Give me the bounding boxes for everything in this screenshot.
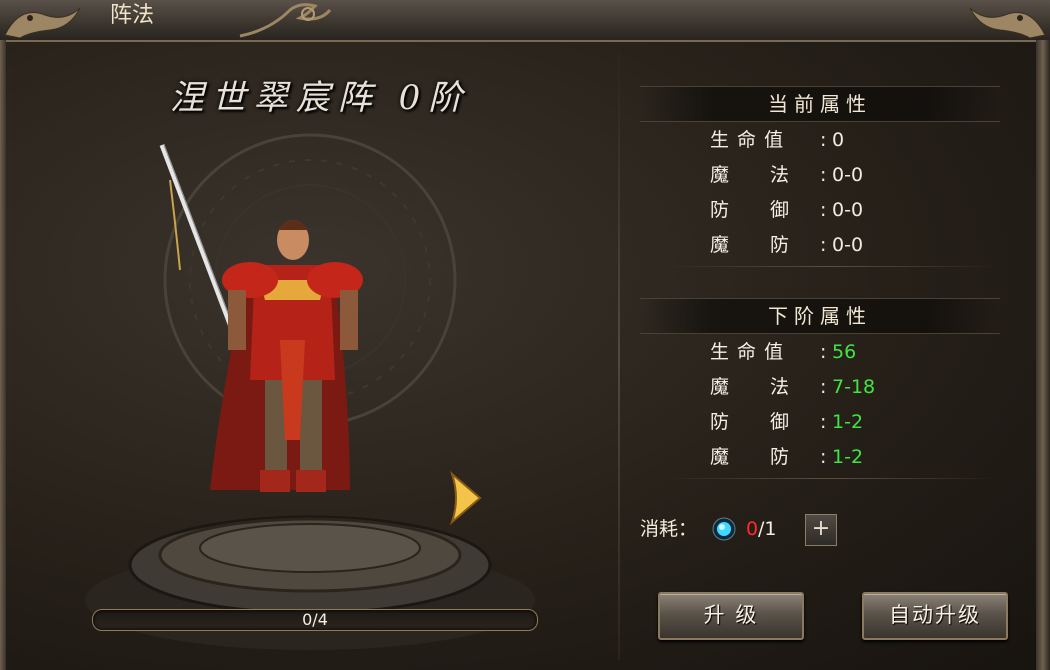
upgrade-progress-bar: 0/4	[92, 609, 538, 631]
next-attrs-heading: 下阶属性	[640, 298, 1000, 334]
cost-label: 消耗：	[640, 518, 698, 540]
stat-value: 0-0	[832, 234, 864, 256]
stat-value: 0-0	[832, 164, 864, 186]
dragon-ornament-left-icon	[4, 7, 81, 39]
upgrade-button[interactable]: 升 级	[658, 592, 804, 640]
stat-value: 1-2	[832, 446, 864, 468]
title-scroll-ornament-icon	[239, 3, 332, 38]
window-title: 阵法	[110, 3, 155, 28]
auto-upgrade-button[interactable]: 自动升级	[862, 592, 1008, 640]
stat-value: 7-18	[832, 376, 876, 398]
dragon-ornament-right-icon	[969, 7, 1046, 39]
warrior-character	[159, 144, 363, 492]
stat-value: 1-2	[832, 411, 864, 433]
title-bar: 阵法	[0, 0, 1050, 42]
next-hp-row: 生 命 值:56	[710, 337, 856, 367]
cost-need: /1	[758, 518, 777, 540]
frame-border-right	[1036, 40, 1050, 670]
pane-divider	[618, 50, 620, 660]
current-defense-row: 防 御:0-0	[710, 195, 863, 225]
next-formation-arrow-icon[interactable]	[448, 470, 484, 526]
frame-border-left	[0, 40, 6, 670]
formation-title: 涅世翠宸阵 0阶	[169, 78, 471, 118]
stat-label: 防 御	[710, 411, 791, 433]
section-divider	[660, 478, 1000, 479]
section-divider	[660, 266, 1000, 267]
stat-label: 魔 法	[710, 376, 791, 398]
cost-row: 消耗： 0 /1 +	[640, 513, 837, 546]
current-magic-defense-row: 魔 防:0-0	[710, 230, 863, 260]
stat-label: 魔 防	[710, 234, 791, 256]
formation-window: 阵法 涅世翠宸阵 0阶 0/4 当前属性 生 命 值: 0 魔 法: 0-0…	[0, 0, 1050, 670]
stat-label: 生 命 值	[710, 129, 785, 151]
current-hp-row: 生 命 值:0	[710, 125, 844, 155]
stat-value: 0-0	[832, 199, 864, 221]
stat-value: 56	[832, 341, 857, 363]
progress-text: 0/4	[302, 610, 328, 629]
current-attrs-heading: 当前属性	[640, 86, 1000, 122]
next-magic-row: 魔 法:7-18	[710, 372, 875, 402]
next-defense-row: 防 御:1-2	[710, 407, 863, 437]
cost-have: 0	[746, 518, 759, 540]
stat-value: 0	[832, 129, 845, 151]
add-material-button[interactable]: +	[805, 514, 837, 546]
next-magic-defense-row: 魔 防:1-2	[710, 442, 863, 472]
stat-label: 魔 法	[710, 164, 791, 186]
stat-label: 生 命 值	[710, 341, 785, 363]
blue-gem-icon	[712, 517, 736, 541]
stat-label: 魔 防	[710, 446, 791, 468]
current-magic-row: 魔 法:0-0	[710, 160, 863, 190]
stat-label: 防 御	[710, 199, 791, 221]
